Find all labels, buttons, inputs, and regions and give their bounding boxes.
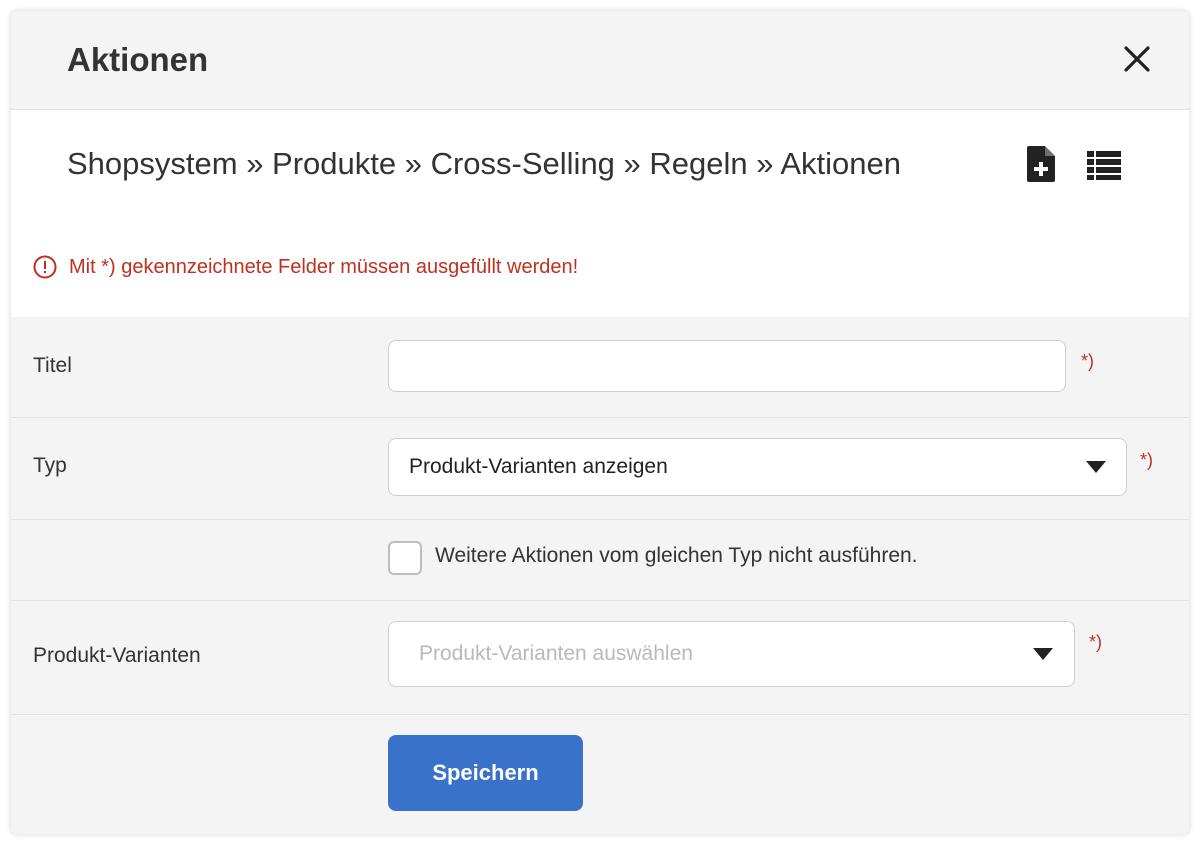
breadcrumb: Shopsystem » Produkte » Cross-Selling » … bbox=[67, 146, 902, 181]
variants-select[interactable]: Produkt-Varianten auswählen bbox=[388, 621, 1075, 687]
type-select-value: Produkt-Varianten anzeigen bbox=[409, 455, 668, 478]
variants-select-placeholder: Produkt-Varianten auswählen bbox=[419, 642, 693, 665]
chevron-down-icon bbox=[1086, 461, 1106, 473]
close-icon bbox=[1124, 46, 1150, 72]
save-button[interactable]: Speichern bbox=[388, 735, 583, 811]
actions-dialog: Aktionen Shopsystem » Produkte » Cross-S… bbox=[11, 11, 1189, 834]
chevron-down-icon bbox=[1033, 648, 1053, 660]
content-header: Shopsystem » Produkte » Cross-Selling » … bbox=[11, 110, 1189, 317]
title-label: Titel bbox=[33, 354, 72, 377]
dialog-title: Aktionen bbox=[67, 41, 209, 78]
new-entry-button[interactable] bbox=[1025, 145, 1057, 183]
row-divider bbox=[11, 600, 1189, 601]
row-divider bbox=[11, 714, 1189, 715]
required-marker: *) bbox=[1081, 351, 1094, 371]
type-select[interactable]: Produkt-Varianten anzeigen bbox=[388, 438, 1127, 496]
alert-text: Mit *) gekennzeichnete Felder müssen aus… bbox=[69, 255, 579, 278]
dialog-header: Aktionen bbox=[11, 11, 1189, 110]
skip-same-type-label: Weitere Aktionen vom gleichen Typ nicht … bbox=[435, 544, 918, 567]
exclamation-circle-icon bbox=[33, 255, 57, 279]
list-view-button[interactable] bbox=[1087, 150, 1121, 180]
type-label: Typ bbox=[33, 454, 67, 477]
required-fields-alert: Mit *) gekennzeichnete Felder müssen aus… bbox=[33, 254, 578, 280]
row-divider bbox=[11, 417, 1189, 418]
variants-label: Produkt-Varianten bbox=[33, 644, 201, 667]
required-marker: *) bbox=[1140, 450, 1153, 470]
row-divider bbox=[11, 519, 1189, 520]
new-document-icon bbox=[1027, 146, 1055, 182]
close-button[interactable] bbox=[1121, 43, 1153, 75]
skip-same-type-checkbox[interactable] bbox=[388, 541, 422, 575]
title-input[interactable] bbox=[388, 340, 1066, 392]
list-icon bbox=[1087, 151, 1121, 180]
required-marker: *) bbox=[1089, 632, 1102, 652]
